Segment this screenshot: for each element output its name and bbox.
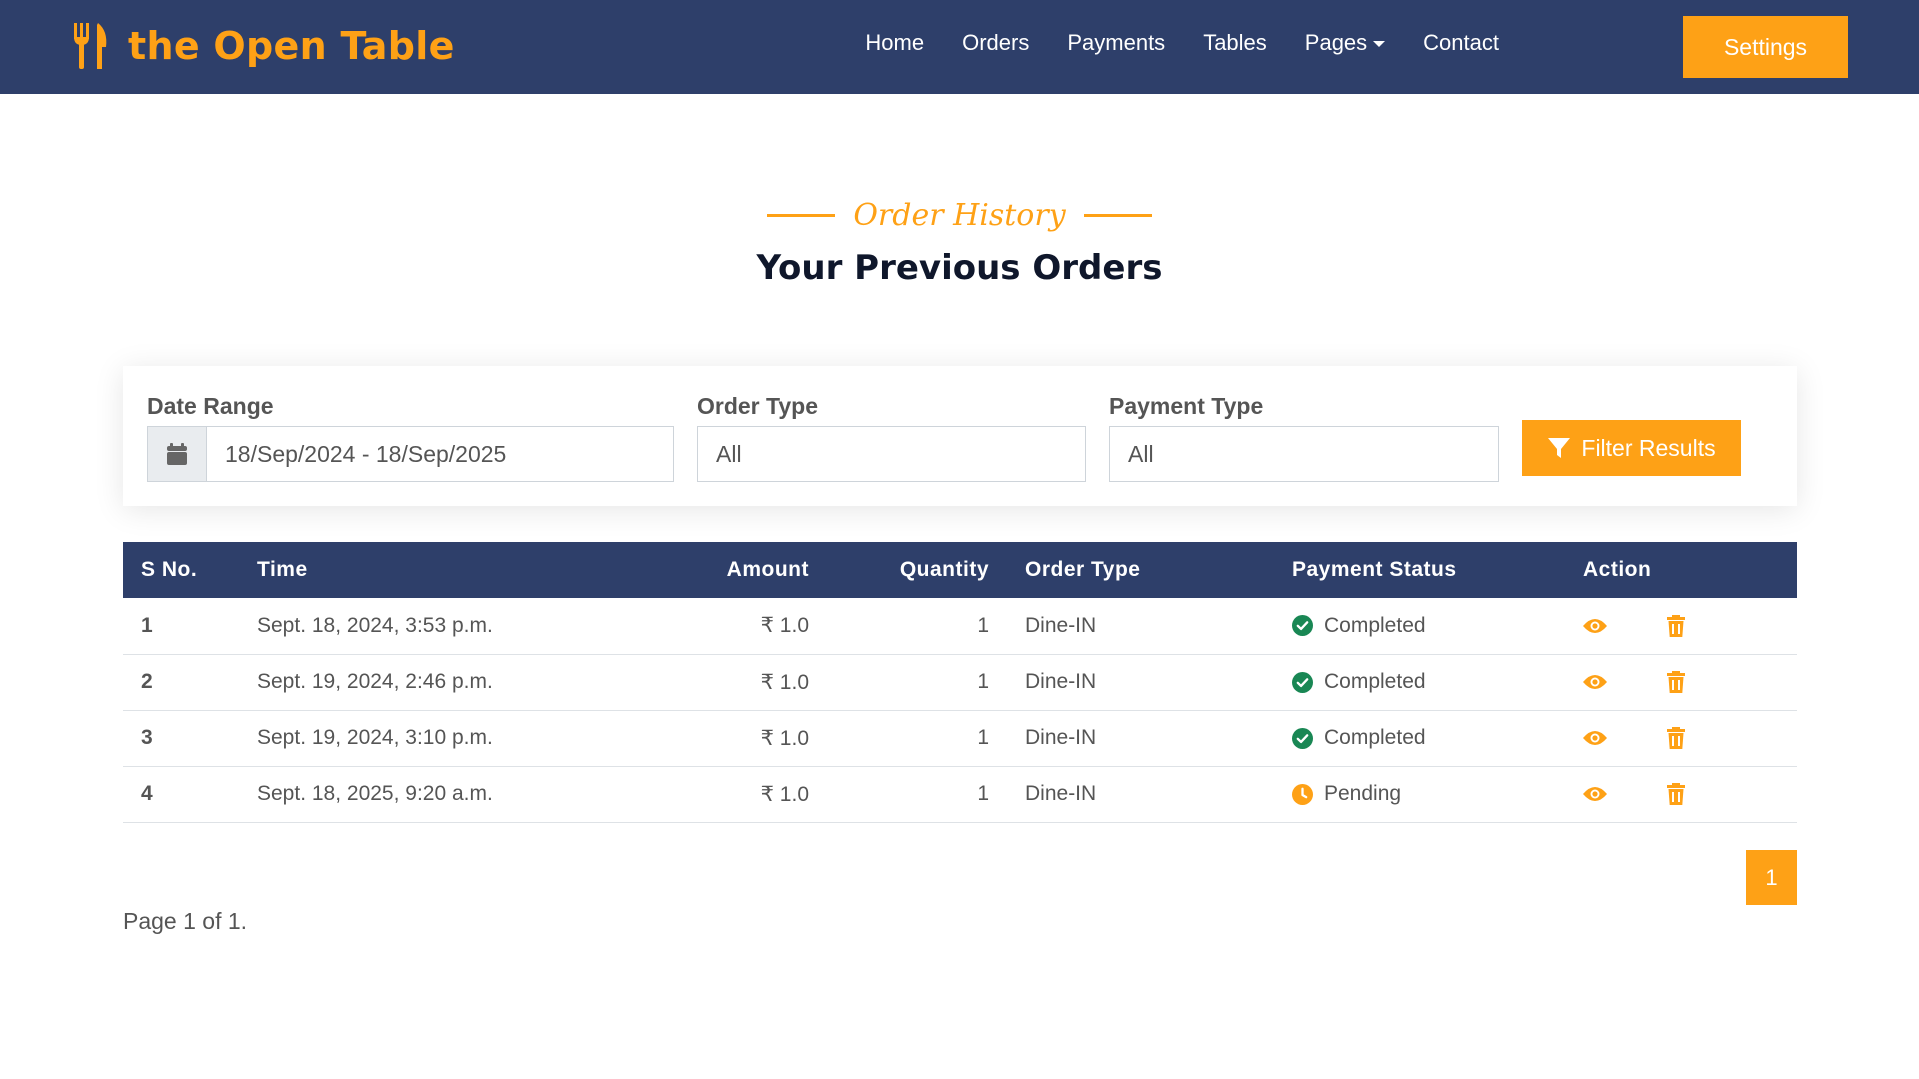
date-range-group: 18/Sep/2024 - 18/Sep/2025: [147, 426, 674, 482]
header-payment-status: Payment Status: [1292, 542, 1583, 598]
status-text: Completed: [1324, 613, 1426, 637]
cell-time: Sept. 19, 2024, 2:46 p.m.: [257, 654, 587, 711]
table-row: 1 Sept. 18, 2024, 3:53 p.m. ₹ 1.0 1 Dine…: [123, 598, 1797, 655]
navbar: the Open Table Home Orders Payments Tabl…: [0, 0, 1919, 94]
trash-icon[interactable]: [1667, 783, 1685, 805]
check-circle-icon: [1292, 671, 1313, 693]
order-type-label: Order Type: [697, 393, 818, 419]
section-subtitle-wrap: Order History: [0, 198, 1919, 233]
cell-sno: 3: [123, 710, 257, 767]
filter-results-button[interactable]: Filter Results: [1522, 420, 1741, 476]
status-text: Pending: [1324, 782, 1402, 805]
table-row: 2 Sept. 19, 2024, 2:46 p.m. ₹ 1.0 1 Dine…: [123, 654, 1797, 711]
cell-time: Sept. 18, 2025, 9:20 a.m.: [257, 766, 587, 823]
filter-results-label: Filter Results: [1581, 434, 1716, 461]
cell-order-type: Dine-IN: [989, 654, 1292, 711]
header-action: Action: [1583, 542, 1797, 598]
brand-name: the Open Table: [128, 24, 455, 68]
nav-item-payments[interactable]: Payments: [1067, 30, 1165, 56]
cell-action: [1583, 710, 1797, 767]
header-sno: S No.: [123, 542, 257, 598]
order-type-select[interactable]: All: [697, 426, 1086, 482]
cell-time: Sept. 19, 2024, 3:10 p.m.: [257, 710, 587, 767]
cell-sno: 4: [123, 766, 257, 823]
cell-order-type: Dine-IN: [989, 710, 1292, 767]
cell-quantity: 1: [809, 710, 989, 767]
eye-icon[interactable]: [1583, 618, 1607, 634]
date-range-input[interactable]: 18/Sep/2024 - 18/Sep/2025: [206, 426, 674, 482]
pagination-info: Page 1 of 1.: [123, 908, 248, 934]
cell-amount: ₹ 1.0: [587, 766, 809, 823]
cell-order-type: Dine-IN: [989, 766, 1292, 823]
nav-item-home[interactable]: Home: [865, 30, 924, 56]
status-text: Completed: [1324, 670, 1426, 693]
cell-time: Sept. 18, 2024, 3:53 p.m.: [257, 598, 587, 655]
header-order-type: Order Type: [989, 542, 1292, 598]
nav-item-tables[interactable]: Tables: [1203, 30, 1267, 56]
pagination-page-1[interactable]: 1: [1746, 850, 1797, 905]
filter-icon: [1548, 438, 1571, 458]
header-time: Time: [257, 542, 587, 598]
settings-button[interactable]: Settings: [1683, 16, 1848, 78]
cell-quantity: 1: [809, 766, 989, 823]
cell-order-type: Dine-IN: [989, 598, 1292, 655]
eye-icon[interactable]: [1583, 730, 1607, 746]
cell-payment-status: Completed: [1292, 654, 1583, 711]
brand-link[interactable]: the Open Table: [72, 20, 455, 72]
cell-amount: ₹ 1.0: [587, 654, 809, 711]
chevron-down-icon: [1373, 41, 1386, 47]
nav-menu: Home Orders Payments Tables Pages Contac…: [865, 30, 1499, 56]
cell-quantity: 1: [809, 654, 989, 711]
check-circle-icon: [1292, 615, 1313, 637]
utensils-icon: [74, 23, 107, 69]
trash-icon[interactable]: [1667, 671, 1685, 693]
cell-sno: 2: [123, 654, 257, 711]
payment-type-select[interactable]: All: [1109, 426, 1499, 482]
calendar-icon[interactable]: [147, 426, 206, 482]
payment-type-label: Payment Type: [1109, 393, 1264, 419]
nav-item-pages-label: Pages: [1304, 30, 1368, 55]
cell-amount: ₹ 1.0: [587, 598, 809, 655]
check-circle-icon: [1292, 727, 1313, 749]
header-quantity: Quantity: [809, 542, 989, 598]
cell-quantity: 1: [809, 598, 989, 655]
decorative-line-left: [767, 214, 836, 217]
clock-icon: [1292, 783, 1313, 805]
nav-item-pages-dropdown[interactable]: Pages: [1304, 30, 1386, 56]
table-row: 3 Sept. 19, 2024, 3:10 p.m. ₹ 1.0 1 Dine…: [123, 710, 1797, 767]
table-header-row: S No. Time Amount Quantity Order Type Pa…: [123, 542, 1797, 598]
page-title: Your Previous Orders: [756, 248, 1163, 288]
nav-item-contact[interactable]: Contact: [1423, 30, 1499, 56]
cell-action: [1583, 598, 1797, 655]
cell-action: [1583, 654, 1797, 711]
trash-icon[interactable]: [1667, 614, 1685, 637]
cell-amount: ₹ 1.0: [587, 710, 809, 767]
date-range-label: Date Range: [147, 393, 274, 419]
cell-payment-status: Completed: [1292, 598, 1583, 655]
orders-table: S No. Time Amount Quantity Order Type Pa…: [123, 542, 1797, 823]
cell-action: [1583, 766, 1797, 823]
cell-sno: 1: [123, 598, 257, 655]
eye-icon[interactable]: [1583, 786, 1607, 802]
table-row: 4 Sept. 18, 2025, 9:20 a.m. ₹ 1.0 1 Dine…: [123, 766, 1797, 823]
filter-card: Date Range 18/Sep/2024 - 18/Sep/2025 Ord…: [123, 366, 1797, 506]
cell-payment-status: Pending: [1292, 766, 1583, 823]
nav-item-orders[interactable]: Orders: [962, 30, 1029, 56]
header-amount: Amount: [587, 542, 809, 598]
cell-payment-status: Completed: [1292, 710, 1583, 767]
trash-icon[interactable]: [1667, 727, 1685, 749]
decorative-line-right: [1083, 214, 1152, 217]
status-text: Completed: [1324, 726, 1426, 749]
section-subtitle: Order History: [853, 198, 1066, 233]
eye-icon[interactable]: [1583, 674, 1607, 690]
